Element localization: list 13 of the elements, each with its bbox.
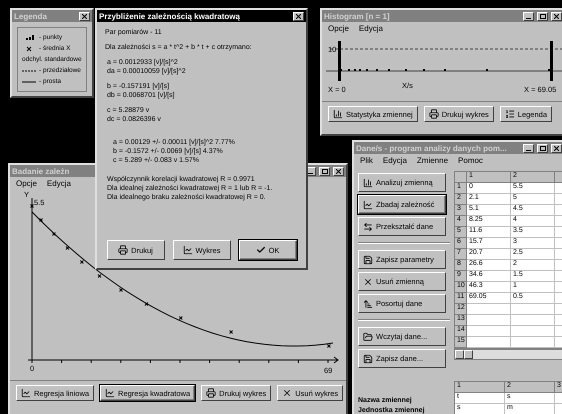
window-title: Histogram [n = 1]: [324, 12, 391, 20]
menu-item[interactable]: Edycja: [46, 179, 71, 188]
window-title: Dane/s - program analizy danych pom...: [356, 144, 508, 152]
menu-item[interactable]: Opcje: [328, 24, 349, 33]
window-title: Przybliżenie zależnością kwadratową: [99, 12, 241, 20]
menu-item[interactable]: Edycja: [358, 24, 383, 33]
window-title: Badanie zależn: [12, 166, 70, 176]
menu-item[interactable]: Plik: [360, 156, 373, 165]
menu-item[interactable]: Zmienne: [416, 156, 448, 165]
menu-item[interactable]: Pomoc: [458, 156, 483, 165]
menu-item[interactable]: Edycja: [382, 156, 407, 165]
window-title: Legenda: [14, 12, 48, 20]
menu-item[interactable]: Opcje: [16, 179, 37, 188]
